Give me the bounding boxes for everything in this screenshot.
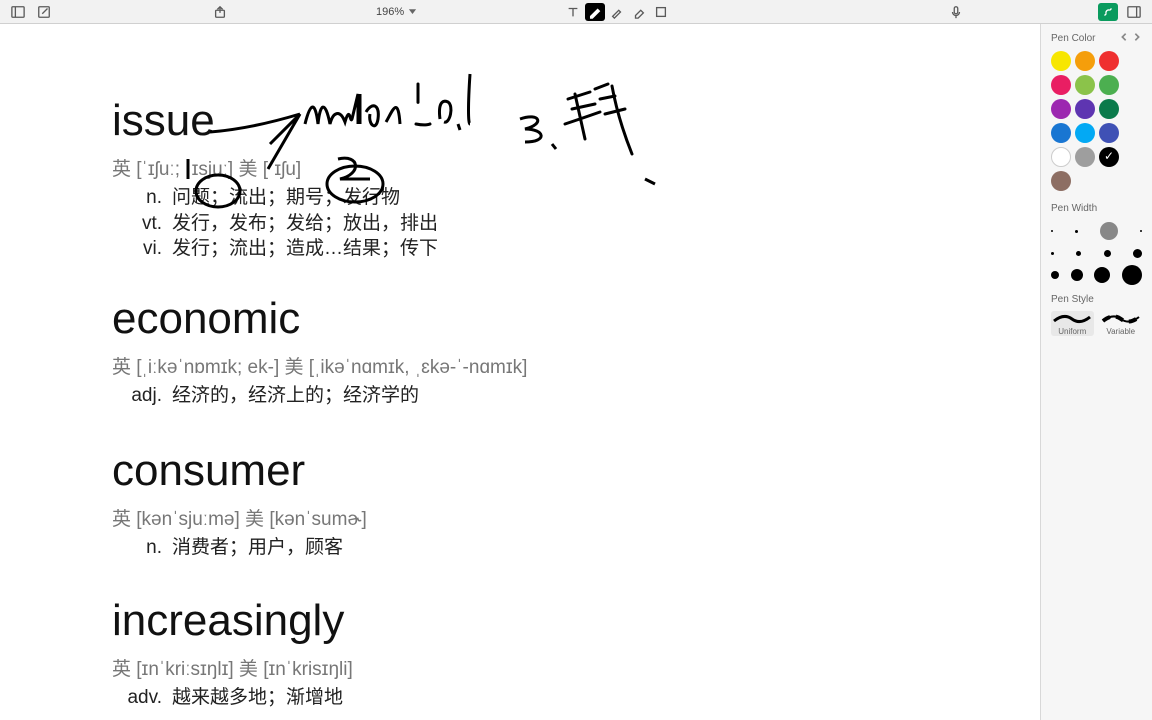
- pen-tool-button[interactable]: [585, 3, 605, 21]
- zoom-control[interactable]: 196%: [376, 6, 417, 18]
- eraser-tool-button[interactable]: [629, 3, 649, 21]
- zoom-value: 196%: [376, 6, 404, 18]
- chevron-down-icon: [408, 7, 417, 16]
- definitions: adj.经济的，经济上的；经济学的: [112, 383, 527, 409]
- inspector-panel: Pen Color Pen Width Pen Style: [1040, 24, 1152, 720]
- color-swatch[interactable]: [1051, 147, 1071, 167]
- toolbar: 196%: [0, 0, 1152, 24]
- text-tool-button[interactable]: [563, 3, 583, 21]
- color-swatch[interactable]: [1099, 75, 1119, 95]
- color-swatch[interactable]: [1099, 51, 1119, 71]
- mic-button[interactable]: [946, 3, 966, 21]
- pen-style-uniform[interactable]: Uniform: [1051, 311, 1094, 336]
- definitions: n.问题；流出；期号；发行物vt.发行，发布；发给；放出，排出vi.发行；流出；…: [112, 185, 438, 262]
- sidebar-toggle-button[interactable]: [8, 3, 28, 21]
- shape-tool-button[interactable]: [651, 3, 671, 21]
- color-swatch[interactable]: [1075, 51, 1095, 71]
- color-swatch[interactable]: [1075, 123, 1095, 143]
- pen-style-label: Pen Style: [1051, 294, 1142, 305]
- chevron-left-icon[interactable]: [1119, 32, 1129, 42]
- pen-style-variable[interactable]: Variable: [1100, 311, 1143, 336]
- canvas[interactable]: issue 英 [ˈɪʃuː; ˈɪsjuː] 美 [ˈɪʃu] n.问题；流出；期…: [0, 24, 1040, 720]
- pronunciation: 英 [kənˈsjuːmə] 美 [kənˈsumɚ]: [112, 504, 367, 531]
- definitions: n.消费者；用户，顾客: [112, 535, 367, 561]
- pen-color-label: Pen Color: [1051, 33, 1095, 44]
- color-swatch[interactable]: [1075, 99, 1095, 119]
- color-swatch[interactable]: [1099, 99, 1119, 119]
- pen-width-label: Pen Width: [1051, 203, 1142, 214]
- entry-consumer: consumer 英 [kənˈsjuːmə] 美 [kənˈsumɚ] n.消费者…: [112, 446, 367, 561]
- pen-width-row-1[interactable]: [1051, 220, 1142, 242]
- entry-increasingly: increasingly 英 [ɪnˈkriːsɪŋlɪ] 美 [ɪnˈkrisɪ…: [112, 596, 353, 711]
- pronunciation: 英 [ˌiːkəˈnɒmɪk; ek-] 美 [ˌikəˈnɑmɪk, ˌɛkə…: [112, 352, 527, 379]
- headword: increasingly: [112, 596, 353, 646]
- entry-economic: economic 英 [ˌiːkəˈnɒmɪk; ek-] 美 [ˌikəˈnɑm…: [112, 294, 527, 409]
- pronunciation: 英 [ɪnˈkriːsɪŋlɪ] 美 [ɪnˈkrisɪŋli]: [112, 654, 353, 681]
- color-swatch[interactable]: [1051, 99, 1071, 119]
- chevron-right-icon[interactable]: [1132, 32, 1142, 42]
- headword: consumer: [112, 446, 367, 496]
- color-swatch[interactable]: [1099, 123, 1119, 143]
- color-swatch[interactable]: [1051, 51, 1071, 71]
- headword: issue: [112, 96, 438, 146]
- panel-toggle-button[interactable]: [1124, 3, 1144, 21]
- highlighter-tool-button[interactable]: [607, 3, 627, 21]
- share-button[interactable]: [210, 3, 230, 21]
- pen-width-row-3[interactable]: [1051, 264, 1142, 286]
- link-button[interactable]: [1098, 3, 1118, 21]
- color-swatches: [1051, 51, 1142, 191]
- color-swatch[interactable]: [1051, 171, 1071, 191]
- color-swatch[interactable]: [1075, 147, 1095, 167]
- color-swatch[interactable]: [1075, 75, 1095, 95]
- color-swatch[interactable]: [1051, 123, 1071, 143]
- entry-issue: issue 英 [ˈɪʃuː; ˈɪsjuː] 美 [ˈɪʃu] n.问题；流出；期…: [112, 96, 438, 262]
- headword: economic: [112, 294, 527, 344]
- pronunciation: 英 [ˈɪʃuː; ˈɪsjuː] 美 [ˈɪʃu]: [112, 154, 438, 181]
- definitions: adv.越来越多地；渐增地: [112, 685, 353, 711]
- compose-button[interactable]: [34, 3, 54, 21]
- color-swatch[interactable]: [1099, 147, 1119, 167]
- color-swatch[interactable]: [1051, 75, 1071, 95]
- pen-width-row-2[interactable]: [1051, 242, 1142, 264]
